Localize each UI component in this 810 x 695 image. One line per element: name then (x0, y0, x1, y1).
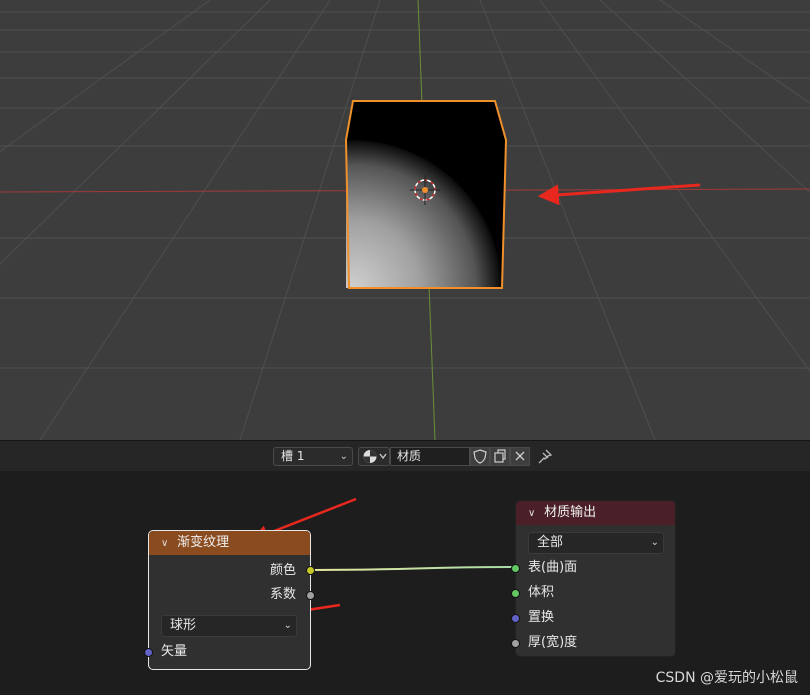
close-icon (515, 451, 525, 461)
render-target-value: 全部 (537, 535, 564, 550)
material-output-node[interactable]: ∨ 材质输出 全部 ⌄ 表(曲)面 体积 置换 厚(宽)度 (511, 500, 676, 657)
unlink-button[interactable] (510, 447, 530, 466)
shield-icon (473, 449, 487, 464)
input-volume-row: 体积 (528, 583, 554, 603)
input-volume-label: 体积 (528, 585, 555, 600)
selected-cube (344, 100, 508, 289)
pin-icon (538, 449, 553, 464)
watermark: CSDN @爱玩的小松鼠 (655, 670, 798, 686)
input-surface-row: 表(曲)面 (528, 558, 577, 578)
input-displacement-row: 置换 (528, 608, 554, 628)
input-thickness-row: 厚(宽)度 (528, 633, 577, 653)
node-editor-header: 槽 1 ⌄ 材质 (0, 440, 810, 471)
render-target-dropdown[interactable]: 全部 ⌄ (528, 532, 664, 554)
output-color-row: 颜色 (270, 561, 296, 581)
color-to-surface-link (311, 566, 514, 571)
gradient-type-dropdown[interactable]: 球形 ⌄ (161, 615, 297, 637)
annotation-arrow-viewport (537, 183, 701, 206)
input-volume-socket[interactable] (511, 589, 520, 598)
gradient-type-value: 球形 (170, 618, 197, 633)
chevron-down-icon: ⌄ (339, 451, 348, 462)
material-slot-dropdown[interactable]: 槽 1 ⌄ (273, 447, 353, 466)
input-thickness-socket[interactable] (511, 639, 520, 648)
input-displacement-socket[interactable] (511, 614, 520, 623)
input-surface-socket[interactable] (511, 564, 520, 573)
chevron-down-icon: ⌄ (650, 537, 659, 548)
viewport-scene (0, 0, 810, 440)
output-fac-row: 系数 (270, 585, 296, 605)
chevron-down-icon[interactable]: ∨ (528, 502, 540, 526)
node-editor-canvas[interactable]: ∨ 渐变纹理 颜色 系数 球形 ⌄ 矢量 ∨ 材质输出 全部 ⌄ 表(曲)面 体… (0, 471, 810, 695)
fake-user-button[interactable] (470, 447, 490, 466)
input-displacement-label: 置换 (528, 610, 555, 625)
chevron-down-icon: ⌄ (283, 620, 292, 631)
new-material-button[interactable] (490, 447, 510, 466)
slot-label: 槽 1 (281, 449, 305, 463)
output-color-socket[interactable] (306, 566, 315, 575)
pin-button[interactable] (535, 447, 555, 466)
output-node-title: 材质输出 (544, 505, 597, 520)
output-fac-socket[interactable] (306, 591, 315, 600)
material-name-field[interactable]: 材质 (390, 447, 470, 466)
output-node-header[interactable]: ∨ 材质输出 (516, 501, 675, 525)
gradient-node-header[interactable]: ∨ 渐变纹理 (149, 531, 310, 555)
output-color-label: 颜色 (269, 563, 296, 578)
input-vector-socket[interactable] (144, 648, 153, 657)
input-surface-label: 表(曲)面 (528, 560, 578, 575)
material-sphere-icon (363, 450, 387, 463)
output-fac-label: 系数 (269, 587, 296, 602)
3d-viewport[interactable] (0, 0, 810, 440)
input-vector-row: 矢量 (161, 642, 187, 662)
material-browse-button[interactable] (358, 447, 390, 466)
copy-icon (494, 449, 506, 463)
gradient-node-title: 渐变纹理 (177, 535, 230, 550)
input-vector-label: 矢量 (161, 644, 188, 659)
node-links (224, 497, 514, 629)
gradient-texture-node[interactable]: ∨ 渐变纹理 颜色 系数 球形 ⌄ 矢量 (144, 530, 315, 670)
chevron-down-icon[interactable]: ∨ (161, 532, 173, 556)
input-thickness-label: 厚(宽)度 (528, 635, 578, 650)
